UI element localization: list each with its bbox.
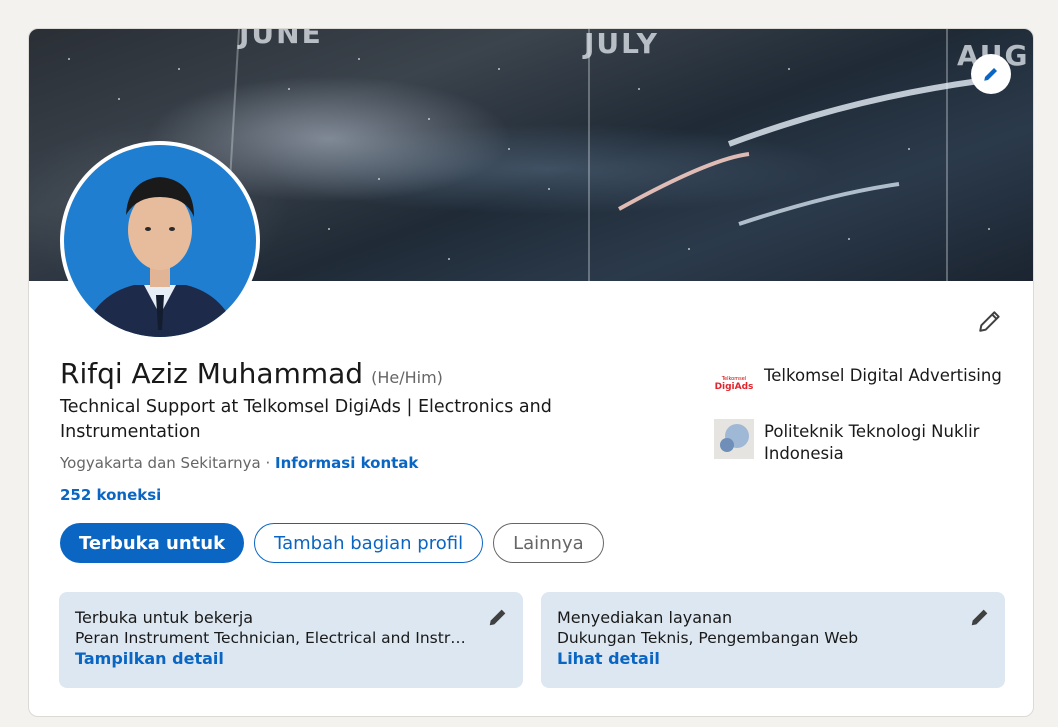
org-item-telkomsel[interactable]: Telkomsel DigiAds Telkomsel Digital Adve… (714, 363, 1014, 403)
pencil-icon[interactable] (969, 606, 991, 628)
open-to-work-panel[interactable]: Terbuka untuk bekerja Peran Instrument T… (59, 592, 523, 688)
telkomsel-digiads-logo: Telkomsel DigiAds (714, 376, 754, 392)
profile-headline: Technical Support at Telkomsel DigiAds |… (60, 397, 552, 442)
profile-photo (64, 145, 256, 337)
politeknik-logo (714, 419, 754, 459)
add-profile-section-button[interactable]: Tambah bagian profil (254, 523, 484, 563)
action-buttons: Terbuka untuk Tambah bagian profil Lainn… (60, 523, 604, 563)
more-button[interactable]: Lainnya (493, 523, 604, 563)
profile-card: JUNE JULY AUG (28, 28, 1034, 717)
pencil-icon[interactable] (487, 606, 509, 628)
panel-title: Terbuka untuk bekerja (75, 608, 254, 627)
org-name: Telkomsel Digital Advertising (764, 366, 1002, 385)
contact-info-link[interactable]: Informasi kontak (275, 454, 418, 472)
edit-intro-button[interactable] (975, 306, 1005, 336)
location-separator: · (260, 454, 276, 472)
location-row: Yogyakarta dan Sekitarnya · Informasi ko… (60, 454, 418, 472)
name-row: Rifqi Aziz Muhammad (He/Him) (60, 357, 443, 390)
location-text: Yogyakarta dan Sekitarnya (60, 454, 261, 472)
org-item-politeknik[interactable]: Politeknik Teknologi Nuklir Indonesia (714, 419, 1014, 465)
panel-title: Menyediakan layanan (557, 608, 733, 627)
profile-name: Rifqi Aziz Muhammad (60, 357, 364, 390)
providing-services-panel[interactable]: Menyediakan layanan Dukungan Teknis, Pen… (541, 592, 1005, 688)
connections-link[interactable]: 252 koneksi (60, 486, 161, 504)
view-details-link[interactable]: Lihat detail (557, 649, 989, 668)
edit-banner-button[interactable] (971, 54, 1011, 94)
avatar[interactable] (60, 141, 260, 341)
pronouns: (He/Him) (371, 368, 443, 387)
org-name: Politeknik Teknologi Nuklir Indonesia (764, 422, 980, 463)
panel-description: Peran Instrument Technician, Electrical … (75, 629, 475, 647)
panel-description: Dukungan Teknis, Pengembangan Web (557, 629, 859, 647)
show-details-link[interactable]: Tampilkan detail (75, 649, 507, 668)
open-to-button[interactable]: Terbuka untuk (60, 523, 245, 563)
organizations-list: Telkomsel DigiAds Telkomsel Digital Adve… (714, 363, 1014, 481)
pencil-icon (979, 311, 1000, 332)
pencil-icon (984, 68, 997, 81)
